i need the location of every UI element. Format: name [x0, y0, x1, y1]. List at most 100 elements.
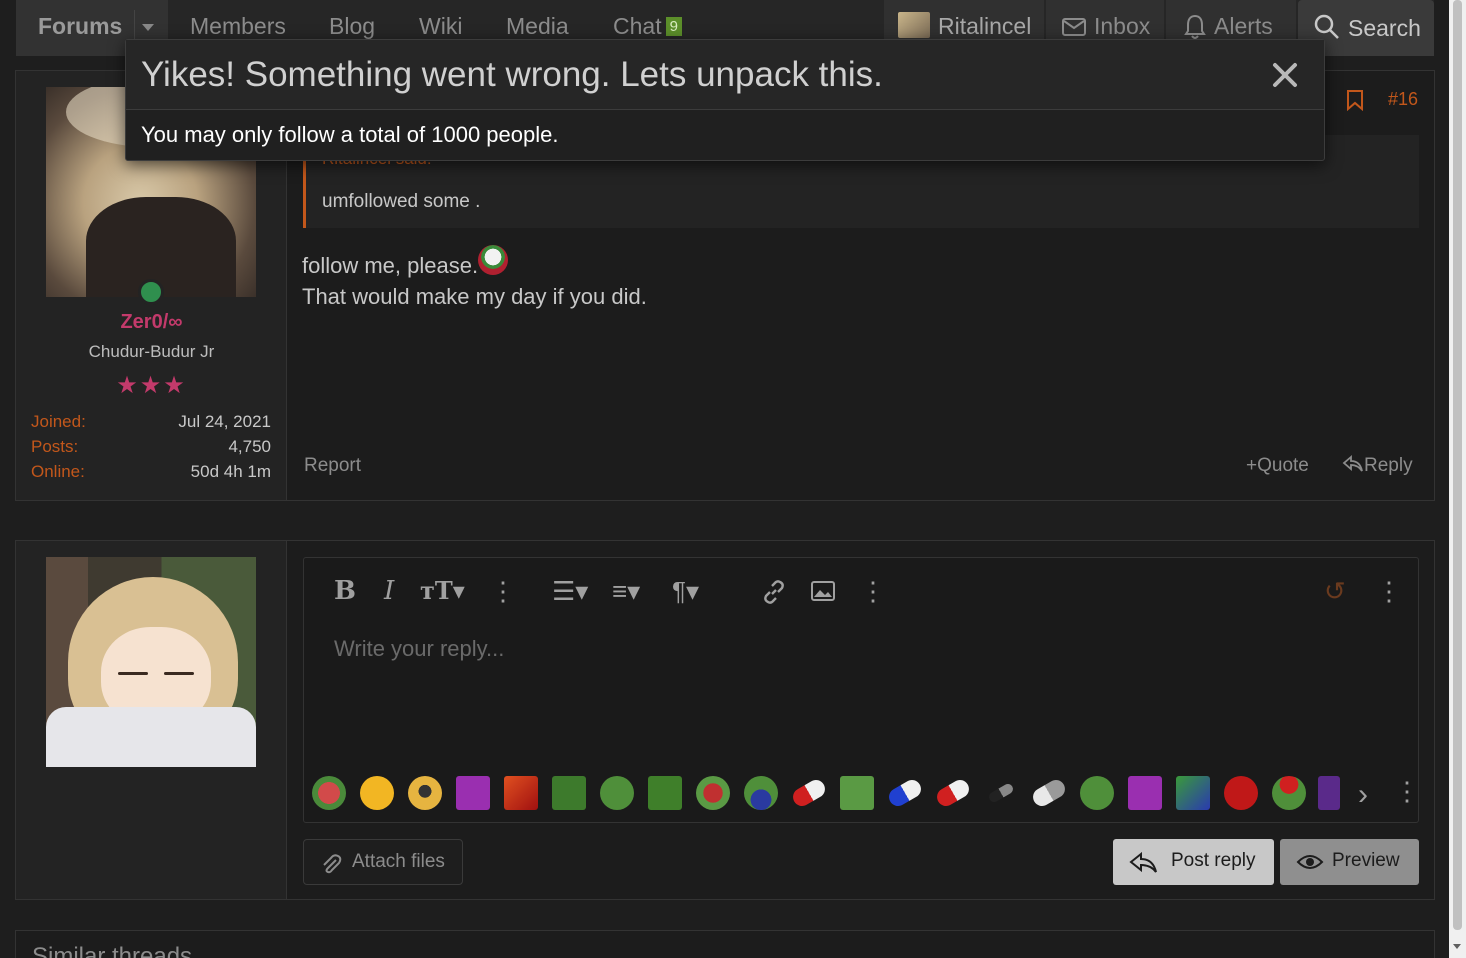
nav-blog[interactable]: Blog [329, 13, 375, 40]
text-size-icon[interactable]: тT▾ [420, 576, 465, 605]
similar-threads-title: Similar threads [32, 943, 193, 958]
black-pill-icon[interactable] [987, 782, 1015, 804]
more-vertical-icon[interactable]: ⋮ [860, 576, 886, 607]
emoji-icon[interactable] [600, 776, 634, 810]
chevron-right-icon[interactable]: › [1358, 778, 1368, 812]
avatar-arm-shape [46, 707, 256, 767]
quote-label[interactable]: Quote [1257, 455, 1309, 476]
error-dialog-title: Yikes! Something went wrong. Lets unpack… [141, 55, 883, 94]
account-username[interactable]: Ritalincel [938, 13, 1031, 40]
reply-arrow-icon [1129, 851, 1157, 873]
preview-button[interactable]: Preview [1280, 839, 1419, 885]
emoji-icon[interactable] [408, 776, 442, 810]
paperclip-icon [323, 854, 342, 874]
nav-members[interactable]: Members [190, 13, 286, 40]
scroll-down-arrow-icon[interactable] [1453, 944, 1461, 949]
error-dialog-message: You may only follow a total of 1000 peop… [141, 122, 559, 147]
plus-icon: + [1246, 455, 1258, 476]
online-status-indicator [138, 279, 164, 305]
reply-label[interactable]: Reply [1364, 455, 1413, 476]
emoji-icon[interactable] [312, 776, 346, 810]
preview-label[interactable]: Preview [1332, 850, 1400, 872]
attach-files-button[interactable]: Attach files [303, 839, 463, 885]
paragraph-icon[interactable]: ¶▾ [672, 576, 699, 607]
avatar[interactable] [46, 557, 256, 767]
more-vertical-icon[interactable]: ⋮ [1376, 576, 1402, 607]
red-pill-icon[interactable] [933, 776, 973, 810]
post-number-link[interactable]: #16 [1388, 89, 1418, 110]
stat-value: 50d 4h 1m [190, 462, 271, 481]
undo-icon[interactable]: ↺ [1324, 576, 1346, 607]
error-dialog-header: Yikes! Something went wrong. Lets unpack… [126, 40, 1324, 110]
emoji-icon[interactable] [552, 776, 586, 810]
quick-reply-form: B I тT▾ ⋮ ☰▾ ≡▾ ¶▾ ⋮ ↺ ⋮ Write your repl… [15, 540, 1435, 900]
avatar-coat-shape [86, 197, 236, 297]
nav-wiki[interactable]: Wiki [419, 13, 462, 40]
bold-icon[interactable]: B [334, 576, 356, 606]
reply-user-panel [16, 541, 287, 899]
alerts-label[interactable]: Alerts [1214, 13, 1273, 40]
reply-input-placeholder[interactable]: Write your reply... [334, 636, 504, 662]
report-link[interactable]: Report [304, 455, 361, 477]
white-pill-icon[interactable] [1029, 776, 1069, 810]
stat-label: Joined: [31, 412, 86, 431]
more-vertical-icon[interactable]: ⋮ [490, 576, 516, 607]
emoji-icon[interactable] [1128, 776, 1162, 810]
error-dialog: Yikes! Something went wrong. Lets unpack… [125, 39, 1325, 161]
post-reply-label[interactable]: Post reply [1171, 850, 1255, 872]
emoji-icon[interactable] [744, 776, 778, 810]
reply-arrow-icon [1342, 455, 1363, 472]
post-reply-button[interactable]: Post reply [1113, 839, 1274, 885]
bell-icon [1184, 14, 1206, 39]
emoji-icon[interactable] [456, 776, 490, 810]
stat-value: Jul 24, 2021 [178, 412, 271, 431]
emoji-icon[interactable] [648, 776, 682, 810]
emoji-icon[interactable] [696, 776, 730, 810]
user-avatar-small [898, 12, 930, 38]
bookmark-icon[interactable] [1346, 89, 1364, 111]
align-icon[interactable]: ≡▾ [612, 576, 640, 607]
image-icon[interactable] [810, 580, 836, 602]
red-pill-icon[interactable] [789, 776, 829, 810]
list-icon[interactable]: ☰▾ [552, 576, 588, 607]
italic-icon[interactable]: I [384, 576, 394, 606]
emoji-icon[interactable] [1080, 776, 1114, 810]
emoji-icon[interactable] [840, 776, 874, 810]
stat-posts: Posts: 4,750 [31, 437, 271, 457]
avatar-eye-shape [118, 672, 148, 675]
nav-chat-label[interactable]: Chat [613, 13, 662, 39]
emoji-icon[interactable] [1176, 776, 1210, 810]
emoji-icon[interactable] [360, 776, 394, 810]
emoji-icon[interactable] [1272, 776, 1306, 810]
reply-editor[interactable]: B I тT▾ ⋮ ☰▾ ≡▾ ¶▾ ⋮ ↺ ⋮ Write your repl… [303, 557, 1420, 823]
quote-button[interactable]: +Quote [1246, 455, 1309, 477]
envelope-icon [1062, 18, 1086, 36]
message-line-1: follow me, please. [302, 253, 479, 278]
blue-pill-icon[interactable] [885, 776, 925, 810]
more-vertical-icon[interactable]: ⋮ [1394, 776, 1420, 807]
post-author-name[interactable]: Zer0/∞ [16, 311, 287, 334]
stat-value: 4,750 [228, 437, 271, 456]
inbox-label[interactable]: Inbox [1094, 13, 1150, 40]
avatar-eye-shape [164, 672, 194, 675]
stat-label: Posts: [31, 437, 79, 456]
attach-files-label[interactable]: Attach files [352, 851, 445, 873]
nav-forums-label[interactable]: Forums [38, 13, 122, 40]
nav-chat[interactable]: Chat 9 [613, 13, 682, 40]
nav-media[interactable]: Media [506, 13, 569, 40]
reply-button[interactable]: Reply [1342, 455, 1413, 477]
quote-text: umfollowed some . [322, 191, 481, 212]
scrollbar-thumb[interactable] [1453, 0, 1462, 930]
link-icon[interactable] [760, 578, 788, 606]
search-icon [1314, 14, 1339, 39]
page-scrollbar[interactable] [1449, 0, 1466, 958]
close-icon[interactable] [1268, 58, 1302, 92]
chat-count-badge: 9 [665, 17, 682, 36]
message-line-2: That would make my day if you did. [302, 284, 647, 309]
emoji-icon[interactable] [1318, 776, 1340, 810]
search-label[interactable]: Search [1348, 15, 1421, 42]
stat-online: Online: 50d 4h 1m [31, 462, 271, 482]
emoji-icon[interactable] [504, 776, 538, 810]
emoji-icon[interactable] [1224, 776, 1258, 810]
eye-icon [1296, 855, 1324, 869]
